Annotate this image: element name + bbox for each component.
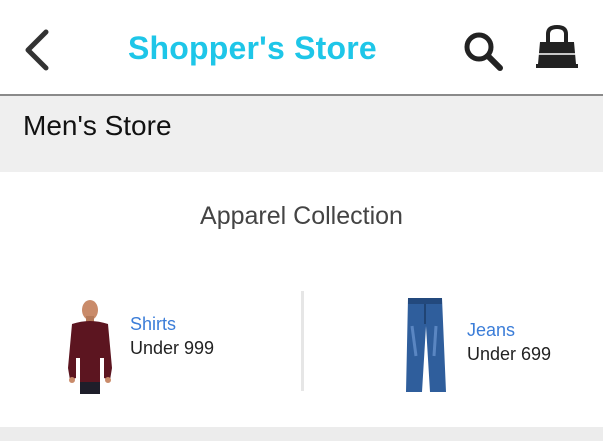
search-icon xyxy=(464,32,503,71)
cart-button[interactable] xyxy=(534,24,580,72)
category-card-shirts[interactable]: Shirts Under 999 xyxy=(60,298,280,394)
app-bar: Shopper's Store xyxy=(0,0,603,96)
store-header: Men's Store xyxy=(0,96,603,172)
shopping-bag-icon xyxy=(536,24,578,68)
search-button[interactable] xyxy=(460,28,506,74)
category-card-jeans[interactable]: Jeans Under 699 xyxy=(400,296,590,394)
shirt-image xyxy=(68,300,112,394)
bottom-strip xyxy=(0,427,603,441)
category-name[interactable]: Shirts xyxy=(130,314,176,335)
store-title: Men's Store xyxy=(23,110,172,141)
collection-title: Apparel Collection xyxy=(200,202,403,230)
category-price: Under 699 xyxy=(467,344,552,364)
app-title: Shopper's Store xyxy=(128,30,377,66)
category-name[interactable]: Jeans xyxy=(467,320,515,341)
back-button[interactable] xyxy=(20,26,56,74)
divider xyxy=(301,291,304,391)
jeans-image xyxy=(406,298,446,392)
chevron-left-icon xyxy=(25,29,49,71)
category-price: Under 999 xyxy=(130,338,215,358)
